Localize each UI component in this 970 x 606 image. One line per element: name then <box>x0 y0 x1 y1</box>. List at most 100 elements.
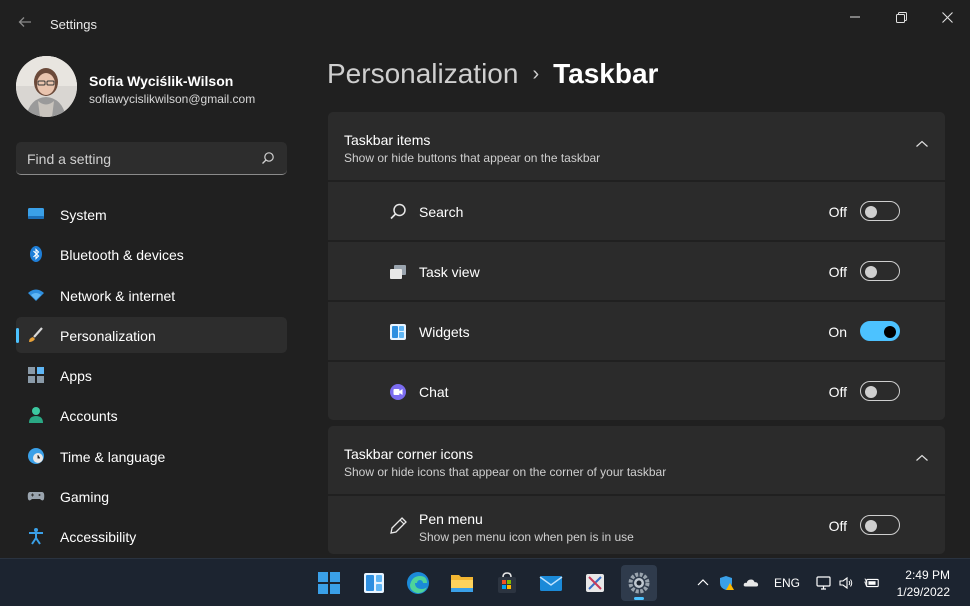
battery-icon[interactable] <box>864 575 880 591</box>
toggle-knob <box>865 266 877 278</box>
chevron-up-icon <box>916 140 928 147</box>
setting-label: Task view <box>419 264 480 280</box>
sidebar-item-label: Time & language <box>60 448 166 465</box>
network-icon[interactable] <box>816 575 832 591</box>
setting-row-chat: Chat Off <box>328 362 945 420</box>
sidebar-item-accounts[interactable]: Accounts <box>16 397 287 433</box>
sidebar-item-label: Gaming <box>60 489 110 506</box>
corner-icons-header[interactable]: Taskbar corner icons Show or hide icons … <box>328 426 945 494</box>
setting-label: Chat <box>419 384 449 400</box>
widgets-icon <box>364 573 384 593</box>
back-button[interactable] <box>14 14 36 36</box>
sidebar-item-apps[interactable]: Apps <box>16 357 287 393</box>
chat-icon <box>390 384 406 400</box>
taskbar-edge-button[interactable] <box>400 565 436 601</box>
toggle-knob <box>865 206 877 218</box>
toggle-state-text: Off <box>828 384 847 400</box>
taskbar-snip-button[interactable] <box>577 565 613 601</box>
brush-icon <box>29 327 43 342</box>
taskbar-widgets-button[interactable] <box>356 565 392 601</box>
sidebar-item-label: Accounts <box>60 408 118 425</box>
security-warning-icon[interactable] <box>719 575 735 591</box>
restore-icon <box>895 11 907 23</box>
taskbar: ENG 2:49 PM 1/29/2022 <box>0 558 970 606</box>
avatar <box>16 56 77 117</box>
sidebar-item-label: System <box>60 207 107 223</box>
setting-label: Search <box>419 204 464 220</box>
group-title: Taskbar items <box>344 132 431 148</box>
task-view-icon <box>390 265 406 279</box>
breadcrumb: Personalization › Taskbar <box>327 58 658 90</box>
taskbar-store-button[interactable] <box>489 565 525 601</box>
sidebar-item-label: Network & internet <box>60 287 176 304</box>
bluetooth-icon <box>30 246 42 263</box>
sidebar-item-label: Accessibility <box>60 529 137 546</box>
sidebar-nav: System Bluetooth & devices Network & int… <box>16 196 287 559</box>
system-icon <box>28 208 44 219</box>
back-arrow-icon <box>18 17 31 27</box>
setting-label: Pen menu <box>419 511 483 527</box>
onedrive-icon[interactable] <box>743 575 759 591</box>
taskbar-file-explorer-button[interactable] <box>444 565 480 601</box>
gamepad-icon <box>27 492 45 501</box>
chevron-up-icon <box>916 454 928 461</box>
minimize-button[interactable] <box>832 4 878 30</box>
setting-row-widgets: Widgets On <box>328 302 945 360</box>
sidebar-item-label: Personalization <box>60 327 156 344</box>
toggle-knob <box>884 326 896 338</box>
taskbar-mail-button[interactable] <box>533 565 569 601</box>
breadcrumb-parent[interactable]: Personalization <box>327 58 518 90</box>
user-profile[interactable]: Sofia Wyciślik-Wilson sofiawycislikwilso… <box>16 56 286 120</box>
maximize-button[interactable] <box>878 4 924 30</box>
sidebar-item-personalization[interactable]: Personalization <box>16 316 287 353</box>
toggle-state-text: On <box>828 324 847 340</box>
sidebar-item-network[interactable]: Network & internet <box>16 277 287 313</box>
sidebar-item-time-language[interactable]: Time & language <box>16 438 287 474</box>
search-placeholder: Find a setting <box>27 151 112 167</box>
group-subtitle: Show or hide icons that appear on the co… <box>344 465 667 479</box>
mail-icon <box>539 576 563 591</box>
sidebar-item-bluetooth[interactable]: Bluetooth & devices <box>16 236 287 272</box>
sidebar-item-label: Apps <box>60 368 92 385</box>
snip-icon <box>586 574 604 592</box>
task-view-toggle[interactable] <box>860 261 900 281</box>
sidebar-item-gaming[interactable]: Gaming <box>16 478 287 514</box>
clock-date[interactable]: 1/29/2022 <box>880 585 950 599</box>
search-toggle[interactable] <box>860 201 900 221</box>
corner-icons-group: Taskbar corner icons Show or hide icons … <box>328 426 945 554</box>
setting-description: Show pen menu icon when pen is in use <box>419 530 634 544</box>
pen-menu-toggle[interactable] <box>860 515 900 535</box>
minimize-icon <box>850 16 860 18</box>
volume-icon[interactable] <box>838 575 854 591</box>
app-title: Settings <box>50 17 97 32</box>
widgets-icon <box>390 324 406 340</box>
clock-time[interactable]: 2:49 PM <box>890 568 950 582</box>
sidebar-item-accessibility[interactable]: Accessibility <box>16 518 287 554</box>
sidebar-item-system[interactable]: System <box>16 196 287 232</box>
store-icon <box>498 572 516 593</box>
setting-row-search: Search Off <box>328 182 945 240</box>
setting-row-task-view: Task view Off <box>328 242 945 300</box>
toggle-state-text: Off <box>828 264 847 280</box>
person-icon <box>29 407 43 424</box>
taskbar-items-header[interactable]: Taskbar items Show or hide buttons that … <box>328 112 945 180</box>
input-language[interactable]: ENG <box>774 576 800 590</box>
search-icon <box>390 203 406 220</box>
start-button[interactable] <box>311 565 347 601</box>
user-email: sofiawycislikwilson@gmail.com <box>89 92 256 106</box>
title-bar: Settings <box>0 0 970 48</box>
chevron-up-icon[interactable] <box>695 575 711 591</box>
search-icon <box>262 152 274 164</box>
taskbar-settings-button[interactable] <box>621 565 657 601</box>
clock-globe-icon <box>28 447 44 464</box>
widgets-toggle[interactable] <box>860 321 900 341</box>
toggle-knob <box>865 386 877 398</box>
close-button[interactable] <box>924 4 970 30</box>
chat-toggle[interactable] <box>860 381 900 401</box>
wifi-icon <box>28 289 44 301</box>
search-input[interactable]: Find a setting <box>16 142 287 175</box>
pen-icon <box>390 517 407 534</box>
page-title: Taskbar <box>553 58 659 89</box>
close-icon <box>941 11 953 23</box>
sidebar-item-label: Bluetooth & devices <box>60 247 184 264</box>
